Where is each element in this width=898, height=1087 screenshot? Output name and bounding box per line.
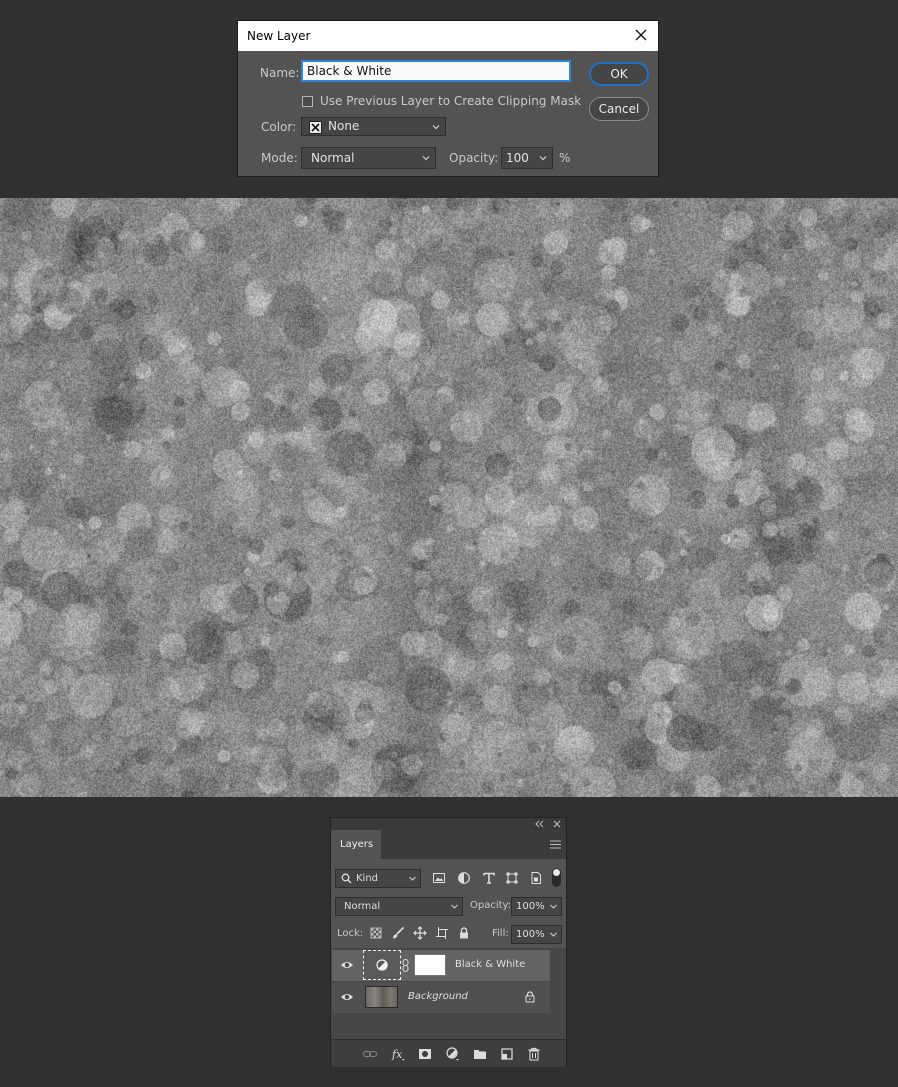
chevron-down-icon[interactable]	[549, 902, 558, 911]
collapse-icon[interactable]	[534, 820, 544, 828]
link-layers-icon[interactable]	[363, 1047, 377, 1061]
layer-list: Black & White Background	[331, 948, 566, 1039]
layer-row-background[interactable]: Background	[332, 982, 550, 1013]
color-dropdown[interactable]: None	[301, 117, 446, 136]
lock-all-icon[interactable]	[457, 926, 471, 940]
ok-button[interactable]: OK	[589, 62, 649, 86]
layer-opacity-value: 100%	[516, 901, 545, 912]
color-value: None	[328, 119, 360, 133]
folder-icon[interactable]	[473, 1047, 487, 1061]
no-color-icon	[309, 121, 322, 134]
fx-icon[interactable]: fx	[391, 1047, 405, 1061]
new-layer-icon[interactable]	[500, 1047, 514, 1061]
chevron-down-icon	[422, 156, 430, 161]
chevron-down-icon	[432, 125, 440, 130]
layers-panel: Layers Kind Normal Opacity: 100% Lock: F…	[330, 817, 567, 1067]
dialog-title: New Layer	[247, 29, 311, 43]
filter-toggle-knob	[553, 869, 560, 876]
layer-row-black-white[interactable]: Black & White	[332, 950, 550, 981]
trash-icon[interactable]	[527, 1047, 541, 1061]
tab-layers-label: Layers	[340, 839, 374, 850]
adjustment-icon	[376, 959, 388, 971]
filter-kind-dropdown[interactable]: Kind	[335, 869, 421, 888]
shape-filter-icon[interactable]	[505, 871, 519, 885]
blend-mode-value: Normal	[344, 901, 381, 912]
cancel-button[interactable]: Cancel	[589, 97, 649, 121]
opacity-field[interactable]: 100	[501, 147, 553, 169]
background-thumbnail[interactable]	[365, 986, 398, 1008]
lock-artboard-icon[interactable]	[435, 926, 449, 940]
search-icon	[341, 873, 352, 884]
close-icon[interactable]	[632, 25, 650, 45]
filter-kind-value: Kind	[356, 873, 379, 884]
adjustment-thumbnail[interactable]	[363, 950, 401, 980]
svg-text:fx: fx	[391, 1048, 403, 1061]
fill-field[interactable]: 100%	[511, 925, 562, 944]
close-icon[interactable]	[553, 820, 561, 828]
layer-opacity-field[interactable]: 100%	[511, 897, 562, 916]
fill-value: 100%	[516, 929, 545, 940]
layer-name-black-white: Black & White	[455, 959, 526, 970]
clipping-mask-checkbox[interactable]	[302, 96, 313, 107]
layers-bottom-toolbar: fx	[331, 1039, 566, 1067]
mode-label: Mode:	[261, 151, 298, 165]
mode-value: Normal	[311, 151, 355, 165]
document-canvas[interactable]	[0, 198, 898, 797]
eye-icon[interactable]	[340, 959, 354, 971]
new-layer-dialog: New Layer Name: OK Cancel Use Previous L…	[237, 20, 659, 177]
chevron-down-icon[interactable]	[538, 153, 548, 163]
lock-label: Lock:	[337, 928, 364, 939]
type-filter-icon[interactable]	[482, 871, 496, 885]
clipping-mask-label: Use Previous Layer to Create Clipping Ma…	[320, 94, 582, 108]
panel-menu-icon[interactable]	[550, 840, 561, 849]
layer-name-input[interactable]	[301, 60, 571, 82]
layer-name-background: Background	[408, 991, 468, 1002]
name-label: Name:	[260, 66, 300, 80]
adjustment-filter-icon[interactable]	[457, 871, 471, 885]
lock-image-pixels-icon[interactable]	[391, 926, 405, 940]
add-mask-icon[interactable]	[418, 1047, 432, 1061]
panel-top-strip	[331, 818, 566, 830]
opacity-value: 100	[506, 151, 529, 165]
eye-icon[interactable]	[340, 991, 354, 1003]
new-adjustment-layer-icon[interactable]	[446, 1047, 460, 1061]
filter-toggle[interactable]	[552, 868, 561, 887]
tab-layers[interactable]: Layers	[331, 830, 381, 859]
chevron-down-icon	[451, 904, 458, 909]
smart-object-filter-icon[interactable]	[529, 871, 543, 885]
layer-opacity-label: Opacity:	[470, 900, 512, 911]
link-chain-icon[interactable]	[402, 959, 409, 972]
panel-tab-row: Layers	[331, 830, 566, 859]
lock-position-icon[interactable]	[413, 926, 427, 940]
chevron-down-icon[interactable]	[549, 930, 558, 939]
lock-transparent-pixels-icon[interactable]	[369, 926, 383, 940]
fill-label: Fill:	[492, 928, 509, 939]
dialog-titlebar: New Layer	[238, 21, 658, 51]
opacity-label: Opacity:	[449, 151, 499, 165]
pixel-filter-icon[interactable]	[432, 871, 446, 885]
layer-mask-thumbnail[interactable]	[414, 954, 446, 976]
color-label: Color:	[261, 120, 297, 134]
mode-dropdown[interactable]: Normal	[301, 147, 436, 169]
opacity-unit: %	[559, 151, 571, 165]
lock-icon	[525, 991, 535, 1003]
blend-mode-dropdown[interactable]: Normal	[335, 897, 463, 916]
chevron-down-icon	[409, 876, 416, 881]
